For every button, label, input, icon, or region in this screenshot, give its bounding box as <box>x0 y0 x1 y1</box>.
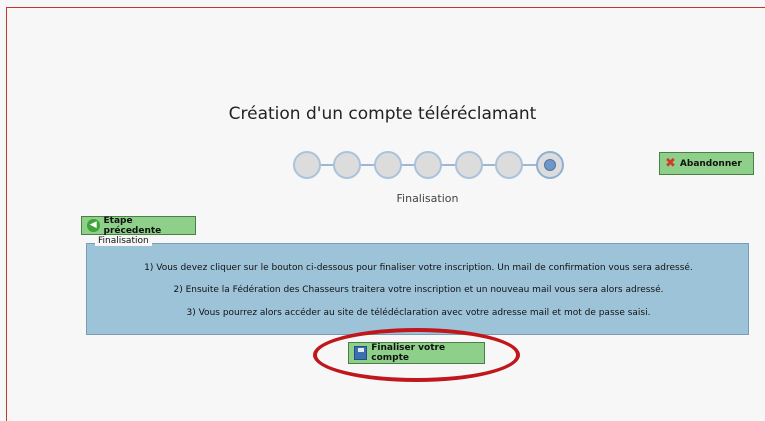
highlight-ellipse-annotation <box>313 328 520 382</box>
finalisation-legend: Finalisation <box>95 236 152 246</box>
step-3 <box>374 151 402 179</box>
step-progress <box>293 149 564 181</box>
step-5 <box>455 151 483 179</box>
instruction-line: 2) Ensuite la Fédération des Chasseurs t… <box>173 285 664 295</box>
abandon-button[interactable]: ✖ Abandonner <box>659 152 754 175</box>
step-7-current <box>536 151 564 179</box>
close-icon: ✖ <box>665 156 676 171</box>
previous-step-button[interactable]: ◀ Etape précedente <box>81 215 196 236</box>
step-4 <box>414 151 442 179</box>
instruction-line: 3) Vous pourrez alors accéder au site de… <box>186 308 651 318</box>
step-2 <box>333 151 361 179</box>
instruction-line: 1) Vous devez cliquer sur le bouton ci-d… <box>144 263 693 273</box>
step-6 <box>495 151 523 179</box>
current-step-label: Finalisation <box>396 192 459 205</box>
abandon-button-label: Abandonner <box>679 158 742 169</box>
step-1 <box>293 151 321 179</box>
page-title: Création d'un compte téléréclamant <box>228 104 537 124</box>
arrow-left-icon: ◀ <box>87 219 100 232</box>
previous-step-button-label: Etape précedente <box>103 215 162 236</box>
finalisation-panel: Finalisation 1) Vous devez cliquer sur l… <box>86 236 749 335</box>
